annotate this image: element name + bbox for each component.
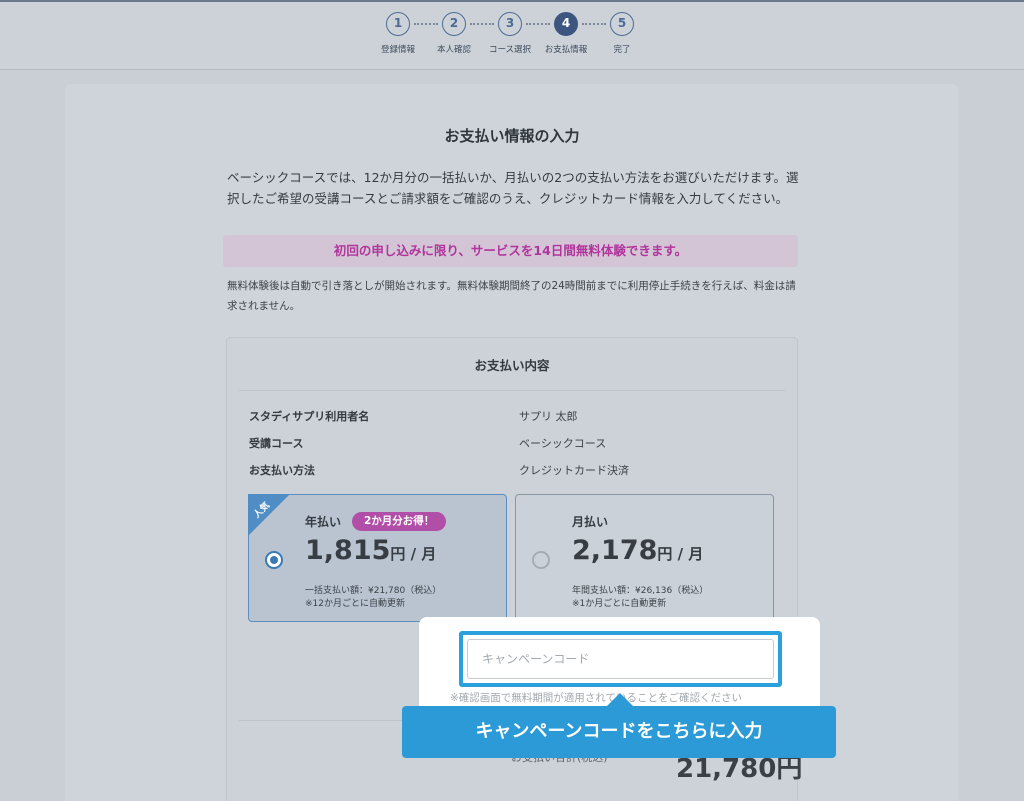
plan-name: 年払い <box>305 515 342 529</box>
user-name-label: スタディサプリ利用者名 <box>249 410 370 423</box>
plan-price: 1,815円 / 月 <box>305 535 436 566</box>
price-unit: 円 / 月 <box>390 545 437 563</box>
plan-name: 月払い <box>572 515 609 529</box>
plan-detail-line: ※12か月ごとに自動更新 <box>305 599 405 609</box>
trial-note: 無料体験後は自動で引き落としが開始されます。無料体験期間終了の24時間前までに利… <box>227 280 796 312</box>
savings-badge: 2か月分お得！ <box>352 512 447 531</box>
annual-plan-option[interactable]: 人気 年払い 2か月分お得！ 1,815円 / 月 一括支払い額：¥21,780… <box>248 494 507 622</box>
annual-radio[interactable] <box>265 551 283 569</box>
monthly-plan-option[interactable]: 月払い 2,178円 / 月 年間支払い額：¥26,136（税込） ※1か月ごと… <box>515 494 774 622</box>
plan-detail-line: ※1か月ごとに自動更新 <box>572 599 667 609</box>
payment-heading: お支払い内容 <box>474 358 550 373</box>
plan-details: 年間支払い額：¥26,136（税込） ※1か月ごとに自動更新 <box>572 585 708 611</box>
payment-method-label: お支払い方法 <box>249 464 315 477</box>
plan-detail-line: 一括支払い額：¥21,780（税込） <box>305 586 442 596</box>
step-label: 完了 <box>613 45 631 55</box>
course-label: 受講コース <box>249 437 304 450</box>
plan-detail-line: 年間支払い額：¥26,136（税込） <box>572 586 709 596</box>
campaign-code-input[interactable] <box>467 639 774 679</box>
campaign-code-frame <box>459 631 782 687</box>
course-value: ベーシックコース <box>519 437 607 450</box>
payment-method-value: クレジットカード決済 <box>519 464 629 477</box>
divider <box>239 390 785 391</box>
step-number: 1 <box>386 12 410 36</box>
campaign-note: ※確認画面で無料期間が適用されていることをご確認ください <box>450 692 742 704</box>
price-amount: 2,178 <box>572 535 658 566</box>
step-number: 5 <box>610 12 634 36</box>
price-amount: 1,815 <box>305 535 391 566</box>
step-number: 4 <box>554 12 578 36</box>
intro-text: ベーシックコースでは、12か月分の一括払いか、月払いの2つの支払い方法をお選びい… <box>227 170 799 206</box>
page-title: お支払い情報の入力 <box>444 127 580 145</box>
free-trial-banner: 初回の申し込みに限り、サービスを14日間無料体験できます。 <box>223 235 798 267</box>
monthly-radio[interactable] <box>532 551 550 569</box>
step-number: 3 <box>498 12 522 36</box>
callout-arrow <box>606 693 634 707</box>
user-name-value: サプリ 太郎 <box>519 410 578 423</box>
plan-price: 2,178円 / 月 <box>572 535 703 566</box>
campaign-callout: キャンペーンコードをこちらに入力 <box>402 706 836 758</box>
plan-details: 一括支払い額：¥21,780（税込） ※12か月ごとに自動更新 <box>305 585 441 611</box>
progress-stepper: 1 登録情報 2 本人確認 3 コース選択 4 お支払情報 5 完了 <box>0 0 1024 70</box>
price-unit: 円 / 月 <box>657 545 704 563</box>
step-5: 5 完了 <box>587 12 657 55</box>
step-number: 2 <box>442 12 466 36</box>
divider <box>239 720 419 721</box>
